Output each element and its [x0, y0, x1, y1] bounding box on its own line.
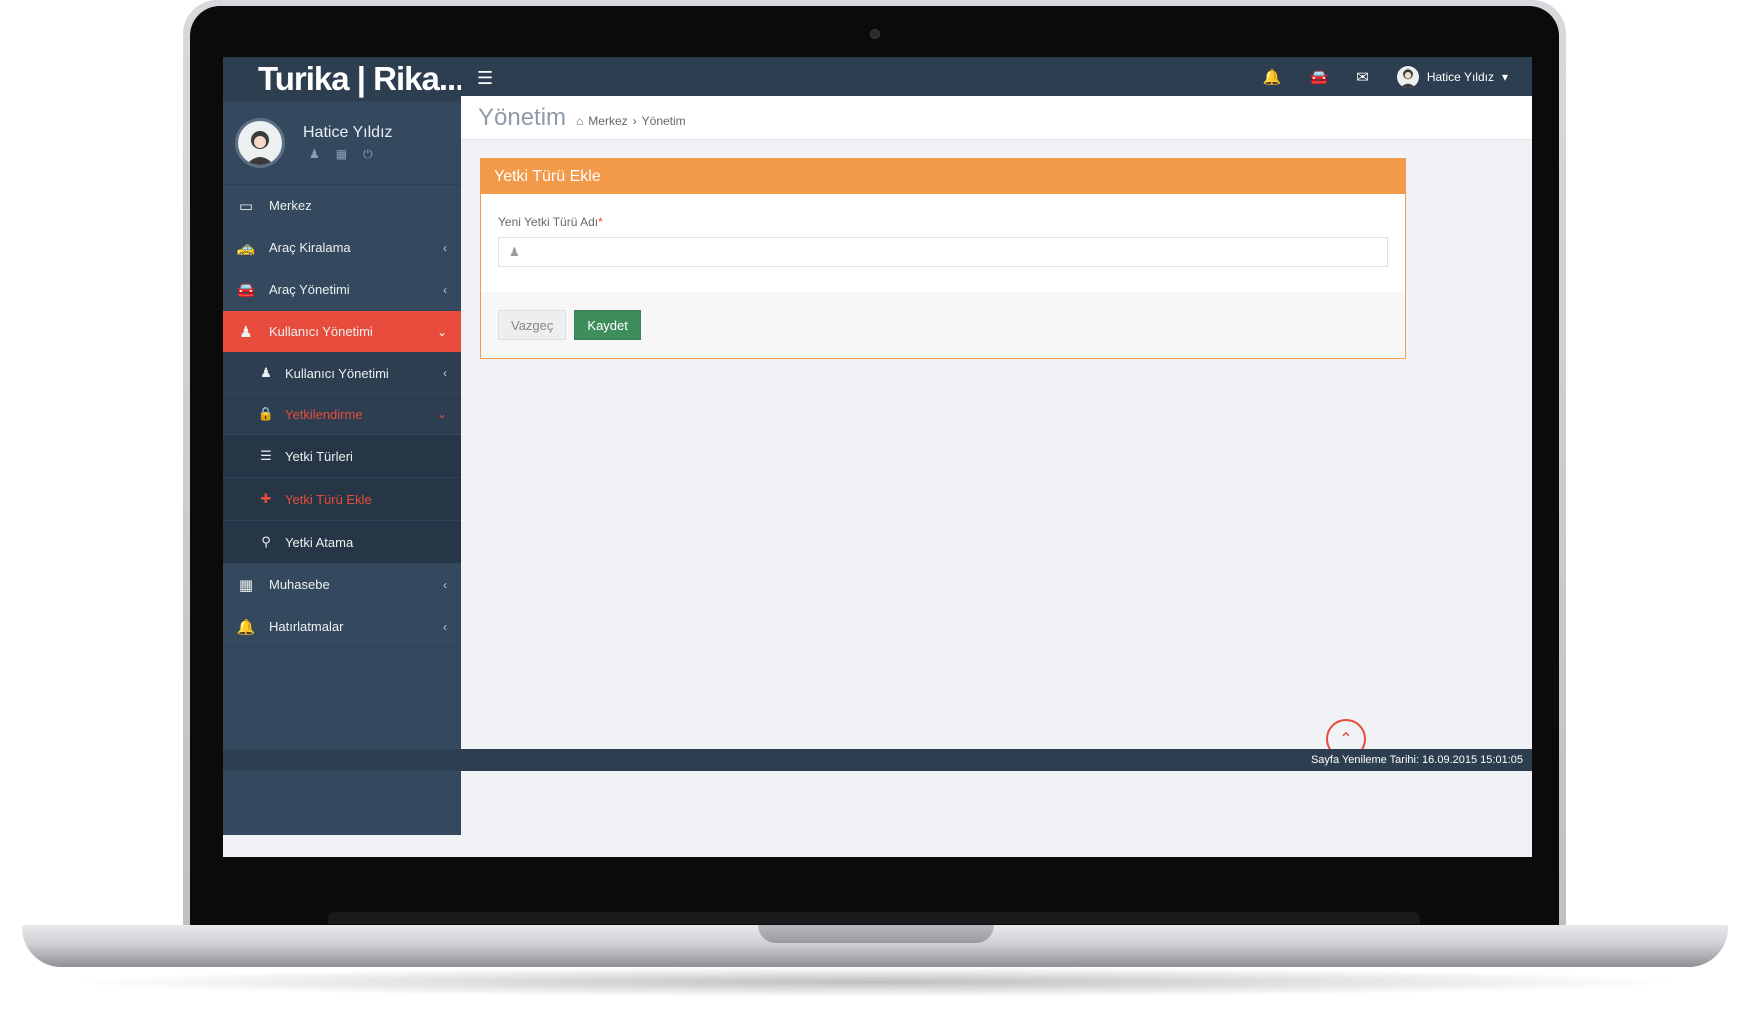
- sidebar-item-label: Kullanıcı Yönetimi: [269, 324, 373, 339]
- monitor-icon: ▭: [238, 197, 254, 215]
- avatar-icon: [1400, 68, 1416, 88]
- brand-logo[interactable]: Turika | Rika...: [223, 57, 461, 101]
- hamburger-icon[interactable]: ☰: [477, 68, 493, 89]
- camera: [870, 29, 880, 39]
- page-header: Yönetim ⌂ Merkez › Yönetim: [461, 96, 1532, 140]
- panel-footer: Vazgeç Kaydet: [481, 292, 1405, 358]
- breadcrumb-separator-icon: ›: [632, 113, 637, 128]
- sidebar-item-label: Hatırlatmalar: [269, 619, 344, 634]
- profile-info: Hatice Yıldız ♟ ▦ ⏻: [303, 124, 393, 162]
- avatar: [1396, 65, 1419, 88]
- sidebar-subsubitem-label: Yetki Türü Ekle: [285, 491, 372, 507]
- avatar[interactable]: [235, 117, 285, 168]
- avatar-icon: [246, 130, 274, 165]
- list-icon: ☰: [260, 448, 272, 463]
- sidebar-item-hatirlatmalar[interactable]: 🔔 Hatırlatmalar ‹: [223, 606, 461, 648]
- laptop-notch: [758, 925, 994, 943]
- cancel-button[interactable]: Vazgeç: [498, 310, 567, 340]
- chevron-up-icon: ⌃: [1339, 731, 1353, 748]
- laptop-shadow: [60, 967, 1690, 997]
- page-title: Yönetim: [478, 103, 567, 131]
- sidebar-item-merkez[interactable]: ▭ Merkez: [223, 185, 461, 227]
- sidebar-subitem-label: Kullanıcı Yönetimi: [285, 365, 389, 381]
- car-icon[interactable]: 🚘: [1310, 68, 1329, 86]
- chevron-left-icon: ‹: [443, 282, 447, 297]
- sidebar-item-arac-yonetimi[interactable]: 🚘 Araç Yönetimi ‹: [223, 269, 461, 311]
- permission-type-input[interactable]: [527, 239, 1387, 265]
- bezel-strip: [328, 912, 1420, 924]
- sidebar-subsubitem-yetki-turu-ekle[interactable]: ✚ Yetki Türü Ekle: [223, 478, 461, 521]
- topbar: ☰ 🔔 🚘 ✉ Hatice Yıldız ▾: [461, 57, 1532, 96]
- breadcrumb-item-merkez[interactable]: Merkez: [588, 114, 627, 128]
- chevron-down-icon: ⌄: [436, 407, 447, 421]
- chevron-down-icon: ⌄: [436, 324, 447, 339]
- user-menu[interactable]: Hatice Yıldız ▾: [1396, 65, 1508, 88]
- sidebar: Turika | Rika... Hatice Yıldız ♟ ▦ ⏻ ▭ M…: [223, 57, 461, 835]
- user-icon: ♟: [260, 365, 272, 380]
- sidebar-subitem-yetkilendirme[interactable]: 🔒 Yetkilendirme ⌄: [223, 394, 461, 435]
- car-icon: 🚘: [236, 281, 256, 299]
- permission-type-input-wrapper: ♟: [498, 237, 1388, 267]
- field-label-text: Yeni Yetki Türü Adı: [498, 215, 599, 229]
- home-icon: ⌂: [576, 113, 584, 128]
- sidebar-profile: Hatice Yıldız ♟ ▦ ⏻: [223, 101, 461, 185]
- profile-actions: ♟ ▦ ⏻: [303, 147, 393, 162]
- calculator-icon: ▦: [238, 576, 254, 594]
- add-permission-type-panel: Yetki Türü Ekle Yeni Yetki Türü Adı* ♟ V…: [480, 158, 1406, 359]
- sidebar-subitem-label: Yetkilendirme: [285, 406, 363, 422]
- plus-icon: ✚: [260, 491, 272, 506]
- sidebar-subsubitem-label: Yetki Atama: [285, 534, 354, 550]
- user-menu-name: Hatice Yıldız: [1426, 69, 1494, 84]
- required-mark: *: [598, 215, 603, 229]
- bell-icon[interactable]: 🔔: [1263, 68, 1282, 86]
- profile-name: Hatice Yıldız: [303, 123, 393, 141]
- caret-down-icon: ▾: [1501, 69, 1508, 84]
- bell-icon: 🔔: [236, 618, 256, 636]
- profile-user-icon[interactable]: ♟: [309, 147, 320, 162]
- sidebar-item-label: Muhasebe: [269, 577, 330, 592]
- sidebar-subsubitem-label: Yetki Türleri: [285, 448, 353, 464]
- chevron-left-icon: ‹: [443, 577, 447, 592]
- status-bar: Sayfa Yenileme Tarihi: 16.09.2015 15:01:…: [223, 749, 1532, 771]
- users-icon: ♟: [239, 323, 253, 341]
- sidebar-item-muhasebe[interactable]: ▦ Muhasebe ‹: [223, 564, 461, 606]
- breadcrumb-item-yonetim: Yönetim: [641, 113, 686, 128]
- chevron-left-icon: ‹: [443, 240, 447, 255]
- user-icon: ♟: [509, 245, 520, 259]
- screen: Turika | Rika... Hatice Yıldız ♟ ▦ ⏻ ▭ M…: [223, 57, 1532, 857]
- sidebar-item-label: Merkez: [269, 198, 312, 213]
- key-icon: ⚲: [261, 534, 271, 549]
- chevron-left-icon: ‹: [443, 619, 447, 634]
- sidebar-item-arac-kiralama[interactable]: 🚕 Araç Kiralama ‹: [223, 227, 461, 269]
- chevron-left-icon: ‹: [443, 366, 447, 380]
- sidebar-subsubitem-yetki-turleri[interactable]: ☰ Yetki Türleri: [223, 435, 461, 478]
- sidebar-item-label: Araç Kiralama: [269, 240, 351, 255]
- sidebar-subitem-kullanici-yonetimi[interactable]: ♟ Kullanıcı Yönetimi ‹: [223, 353, 461, 394]
- sidebar-item-kullanici-yonetimi[interactable]: ♟ Kullanıcı Yönetimi ⌄: [223, 311, 461, 353]
- panel-body: Yeni Yetki Türü Adı* ♟: [481, 194, 1405, 292]
- sidebar-item-label: Araç Yönetimi: [269, 282, 350, 297]
- sidebar-menu: ▭ Merkez 🚕 Araç Kiralama ‹ 🚘 Araç Yöneti…: [223, 185, 461, 648]
- calendar-icon[interactable]: ▦: [336, 147, 347, 162]
- taxi-icon: 🚕: [236, 239, 256, 257]
- field-label: Yeni Yetki Türü Adı*: [498, 215, 603, 229]
- power-icon[interactable]: ⏻: [363, 147, 373, 162]
- envelope-icon[interactable]: ✉: [1356, 68, 1369, 86]
- sidebar-subsubitem-yetki-atama[interactable]: ⚲ Yetki Atama: [223, 521, 461, 564]
- topbar-actions: 🔔 🚘 ✉ Hatice Yıldız ▾: [1263, 57, 1508, 96]
- breadcrumb: ⌂ Merkez › Yönetim: [576, 114, 686, 128]
- lock-icon: 🔒: [257, 406, 275, 421]
- panel-title: Yetki Türü Ekle: [481, 159, 1405, 194]
- save-button[interactable]: Kaydet: [574, 310, 641, 340]
